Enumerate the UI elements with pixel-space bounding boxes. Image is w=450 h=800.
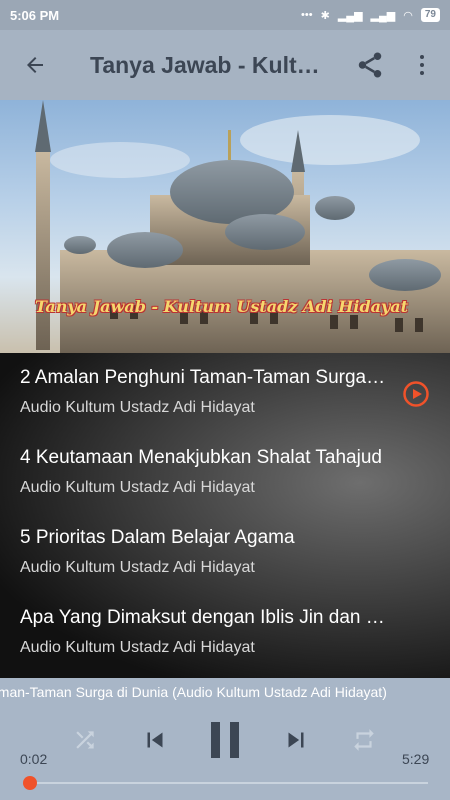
- next-button[interactable]: [279, 722, 313, 758]
- track-title: 4 Keutamaan Menakjubkan Shalat Tahajud: [20, 447, 382, 468]
- pause-icon: [211, 722, 239, 758]
- current-time: 0:02: [20, 751, 48, 767]
- shuffle-icon: [76, 731, 94, 749]
- track-list: 2 Amalan Penghuni Taman-Taman Surga di D…: [0, 353, 450, 678]
- share-icon: [358, 52, 382, 78]
- seek-bar[interactable]: [28, 782, 428, 784]
- status-bar: 5:06 PM ••• ✱ ▂▄▆ ▂▄▆ ◠ 79: [0, 0, 450, 30]
- signal-icon-2: ▂▄▆: [370, 9, 396, 22]
- list-item[interactable]: 5 Prioritas Dalam Belajar Agama Audio Ku…: [0, 513, 450, 593]
- back-button[interactable]: [0, 30, 70, 100]
- repeat-button[interactable]: [348, 722, 380, 758]
- list-item[interactable]: Apa Yang Dimaksut dengan Iblis Jin dan S…: [0, 593, 450, 673]
- track-subtitle: Audio Kultum Ustadz Adi Hidayat: [20, 479, 255, 496]
- shuffle-button[interactable]: [70, 722, 100, 758]
- player-bar: aman-Taman Surga di Dunia (Audio Kultum …: [0, 678, 450, 800]
- share-button[interactable]: [355, 50, 385, 80]
- track-title: 5 Prioritas Dalam Belajar Agama: [20, 527, 295, 548]
- previous-button[interactable]: [138, 722, 172, 758]
- more-vert-icon: [420, 55, 424, 59]
- pause-button[interactable]: [205, 722, 245, 758]
- total-time: 5:29: [402, 751, 430, 767]
- signal-icon: ▂▄▆: [337, 9, 363, 22]
- banner-image: Tanya Jawab - Kultum Ustadz Adi Hidayat: [0, 100, 450, 353]
- track-subtitle: Audio Kultum Ustadz Adi Hidayat: [20, 399, 255, 416]
- track-title: Apa Yang Dimaksut dengan Iblis Jin dan S…: [20, 607, 390, 628]
- repeat-icon: [354, 729, 374, 751]
- skip-previous-icon: [147, 732, 163, 748]
- track-subtitle: Audio Kultum Ustadz Adi Hidayat: [20, 559, 255, 576]
- more-options-button[interactable]: [410, 50, 434, 80]
- banner-overlay-text: Tanya Jawab - Kultum Ustadz Adi Hidayat: [35, 297, 409, 316]
- wifi-icon: ◠: [403, 9, 413, 22]
- back-arrow-icon: [27, 57, 43, 73]
- play-circle-icon[interactable]: [403, 381, 429, 407]
- status-icons: ••• ✱ ▂▄▆ ▂▄▆ ◠ 79: [301, 8, 440, 22]
- track-title: 2 Amalan Penghuni Taman-Taman Surga di D…: [20, 367, 390, 388]
- now-playing-title: aman-Taman Surga di Dunia (Audio Kultum …: [0, 684, 387, 700]
- app-bar: Tanya Jawab - Kultum Ustadz Adi Hidayat: [0, 30, 450, 100]
- seek-thumb[interactable]: [23, 776, 38, 790]
- bluetooth-icon: ✱: [320, 9, 330, 22]
- list-item[interactable]: 2 Amalan Penghuni Taman-Taman Surga di D…: [0, 353, 450, 433]
- skip-next-icon: [288, 732, 304, 748]
- track-subtitle: Audio Kultum Ustadz Adi Hidayat: [20, 639, 255, 656]
- page-title: Tanya Jawab - Kultum Ustadz Adi Hidayat: [90, 51, 330, 78]
- battery-level: 79: [420, 8, 440, 22]
- notification-dots-icon: •••: [301, 9, 313, 21]
- list-item[interactable]: 4 Keutamaan Menakjubkan Shalat Tahajud A…: [0, 433, 450, 513]
- status-time: 5:06 PM: [10, 7, 60, 23]
